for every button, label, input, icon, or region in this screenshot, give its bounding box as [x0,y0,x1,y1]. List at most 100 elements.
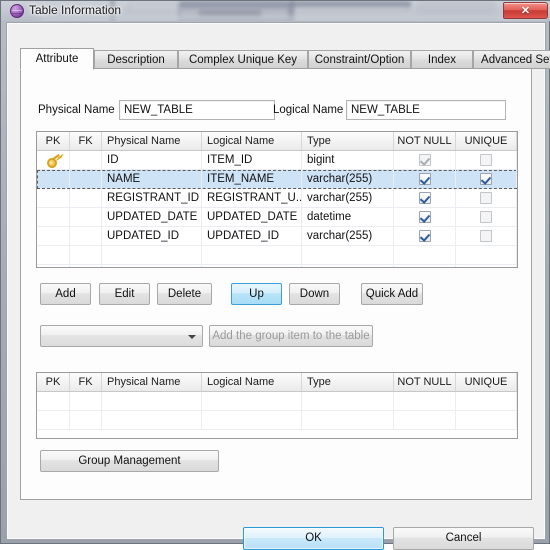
group-grid-header-row: PK FK Physical Name Logical Name Type NOT NUL… [37,373,517,392]
cell-not-null-checkbox[interactable] [394,189,456,207]
chevron-down-icon [188,335,196,339]
column-header-unique[interactable]: UNIQUE [456,132,517,150]
cell-physical-name: ID [102,151,202,169]
add-button[interactable]: Add [40,283,91,305]
physical-name-label: Physical Name [38,104,115,116]
cell-empty [456,392,517,410]
column-header-fk[interactable]: FK [70,132,102,150]
cell-empty [70,392,102,410]
tab-attribute[interactable]: Attribute [20,48,94,70]
tab-index[interactable]: Index [411,50,473,69]
move-down-button[interactable]: Down [289,283,340,305]
cell-empty [456,411,517,429]
not-null-checkbox[interactable] [418,192,431,204]
table-row[interactable]: ID ITEM_ID bigint [37,151,517,170]
tab-bar: Attribute Description Complex Unique Key Co… [20,48,550,70]
column-header-pk[interactable]: PK [37,132,70,150]
physical-name-input[interactable] [119,100,275,120]
move-up-button[interactable]: Up [231,283,282,305]
group-select-value [46,326,182,346]
column-header-type[interactable]: Type [302,132,394,150]
column-header-physical-name[interactable]: Physical Name [102,373,202,391]
cell-unique-checkbox[interactable] [456,151,517,169]
cell-empty [394,411,456,429]
cell-empty [456,265,517,267]
table-row[interactable]: UPDATED_ID UPDATED_ID varchar(255) [37,227,517,246]
column-header-fk[interactable]: FK [70,373,102,391]
cell-empty [302,265,394,267]
column-header-type[interactable]: Type [302,373,394,391]
table-row-empty[interactable] [37,246,517,265]
cell-empty [202,411,302,429]
cell-not-null-checkbox[interactable] [394,151,456,169]
tab-panel-attribute: Physical Name Logical Name PKFKPhysical … [20,68,532,500]
column-header-pk[interactable]: PK [37,373,70,391]
not-null-checkbox[interactable] [418,230,431,242]
unique-checkbox [480,192,492,204]
cell-not-null-checkbox[interactable] [394,170,456,188]
cancel-button[interactable]: Cancel [393,527,534,550]
cell-empty [302,392,394,410]
cell-physical-name: REGISTRANT_ID [102,189,202,207]
unique-checkbox [480,211,492,223]
unique-checkbox[interactable] [480,173,492,185]
cell-not-null-checkbox[interactable] [394,208,456,226]
cell-fk [70,227,102,245]
cell-empty [394,392,456,410]
column-header-logical-name[interactable]: Logical Name [202,373,302,391]
table-row-empty[interactable] [37,265,517,267]
cell-unique-checkbox[interactable] [456,208,517,226]
logical-name-label: Logical Name [273,104,344,116]
tab-description[interactable]: Description [94,50,178,69]
delete-button[interactable]: Delete [157,283,212,305]
cell-type: varchar(255) [302,227,394,245]
logical-name-input[interactable] [346,100,506,120]
not-null-checkbox[interactable] [418,173,431,185]
cell-physical-name: NAME [102,170,202,188]
quick-add-button[interactable]: Quick Add [361,283,423,305]
cell-empty [102,411,202,429]
table-row[interactable]: UPDATED_DATE UPDATED_DATE datetime [37,208,517,227]
group-grid[interactable]: PK FK Physical Name Logical Name Type NOT NUL… [36,372,518,439]
tab-complex-unique-key[interactable]: Complex Unique Key [178,50,308,69]
add-group-item-button[interactable]: Add the group item to the table [209,325,373,347]
table-row[interactable]: REGISTRANT_ID REGISTRANT_U... varchar(255) [37,189,517,208]
close-icon: ✕ [520,5,531,17]
cell-fk [70,170,102,188]
group-management-button[interactable]: Group Management [40,450,219,472]
table-row[interactable]: NAME ITEM_NAME varchar(255) [37,170,517,189]
cell-empty [394,246,456,264]
cell-empty [70,246,102,264]
title-bar: Table Information ✕ [1,1,550,21]
cell-unique-checkbox[interactable] [456,170,517,188]
edit-button[interactable]: Edit [99,283,150,305]
column-header-not-null[interactable]: NOT NULL [394,373,456,391]
cell-logical-name: UPDATED_DATE [202,208,302,226]
cell-empty [202,246,302,264]
cell-logical-name: REGISTRANT_U... [202,189,302,207]
column-header-unique[interactable]: UNIQUE [456,373,517,391]
column-header-not-null[interactable]: NOT NULL [394,132,456,150]
cell-empty [37,392,70,410]
cell-unique-checkbox[interactable] [456,189,517,207]
not-null-checkbox[interactable] [418,211,431,223]
cell-type: bigint [302,151,394,169]
columns-grid[interactable]: PK FK Physical Name Logical Name Type NOT NUL… [36,131,518,268]
cell-empty [37,246,70,264]
group-select[interactable] [40,325,203,347]
cell-fk [70,189,102,207]
cell-empty [456,246,517,264]
column-header-logical-name[interactable]: Logical Name [202,132,302,150]
table-row-empty[interactable] [37,411,517,430]
table-row-empty[interactable] [37,392,517,411]
ok-button[interactable]: OK [243,527,384,550]
cell-type: datetime [302,208,394,226]
cell-empty [302,411,394,429]
cell-unique-checkbox[interactable] [456,227,517,245]
cell-empty [70,411,102,429]
tab-constraint-option[interactable]: Constraint/Option [308,50,411,69]
column-header-physical-name[interactable]: Physical Name [102,132,202,150]
cell-not-null-checkbox[interactable] [394,227,456,245]
close-button[interactable]: ✕ [503,2,548,19]
tab-advanced-settings[interactable]: Advanced Settings [473,50,550,69]
